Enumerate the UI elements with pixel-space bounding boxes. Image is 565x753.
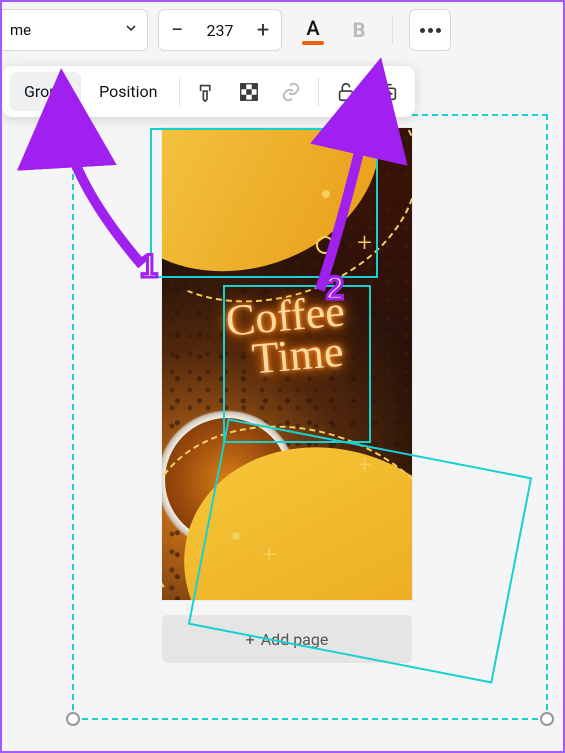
top-toolbar: me − 237 + A B <box>0 8 565 52</box>
font-name-value: me <box>10 21 31 39</box>
title-line-2: Time <box>246 330 350 378</box>
increase-font-button[interactable]: + <box>245 10 281 50</box>
font-size-value[interactable]: 237 <box>195 21 245 40</box>
bold-button[interactable]: B <box>342 10 376 50</box>
plus-decoration-icon: + <box>357 450 372 480</box>
toolbar-divider <box>179 78 180 106</box>
chevron-down-icon <box>125 22 137 38</box>
font-size-group: − 237 + <box>158 9 282 51</box>
resize-handle[interactable] <box>66 712 80 726</box>
dot-decoration-icon <box>232 532 240 540</box>
text-color-swatch <box>302 41 324 45</box>
copy-style-icon[interactable] <box>188 73 226 111</box>
annotation-label-2: 2 <box>326 270 344 307</box>
editor-workspace: me − 237 + A B Group Position <box>0 0 565 753</box>
link-icon[interactable] <box>272 73 310 111</box>
add-page-button[interactable]: + Add page <box>162 615 412 663</box>
transparency-icon[interactable] <box>230 73 268 111</box>
annotation-arrow-2 <box>310 100 400 304</box>
plus-decoration-icon: + <box>262 540 277 570</box>
annotation-label-1: 1 <box>140 248 158 285</box>
dot-icon <box>436 28 441 33</box>
more-options-button[interactable] <box>409 9 451 51</box>
font-family-select[interactable]: me <box>0 9 148 51</box>
dot-icon <box>420 28 425 33</box>
add-page-label: Add page <box>261 630 329 649</box>
toolbar-divider <box>392 16 393 44</box>
dot-icon <box>428 28 433 33</box>
group-button[interactable]: Group <box>10 72 81 111</box>
decrease-font-button[interactable]: − <box>159 10 195 50</box>
plus-icon: + <box>246 630 255 649</box>
resize-handle[interactable] <box>540 712 554 726</box>
annotation-arrow-1 <box>42 110 152 284</box>
text-color-button[interactable]: A <box>298 10 328 50</box>
text-color-letter: A <box>306 16 319 40</box>
position-button[interactable]: Position <box>85 72 171 111</box>
